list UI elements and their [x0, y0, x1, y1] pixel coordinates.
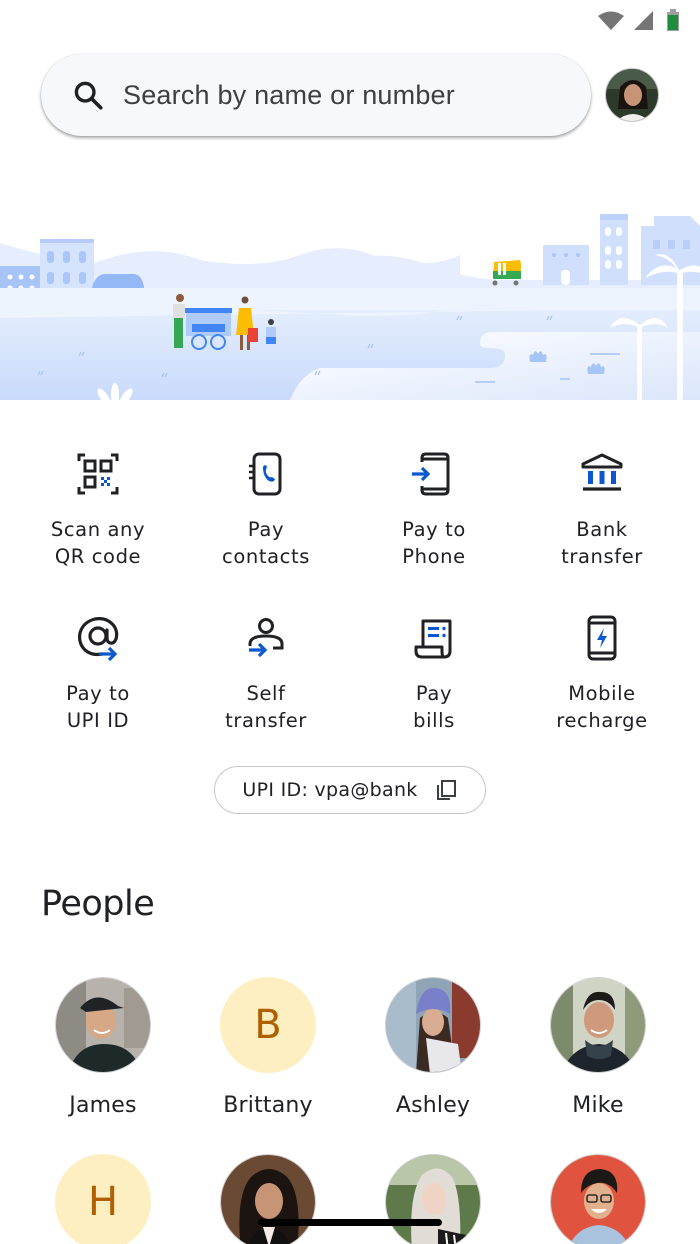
self-transfer-icon — [248, 618, 284, 658]
action-pay-upi-id[interactable]: Pay to UPI ID — [14, 614, 182, 734]
action-label: Scan any QR code — [50, 518, 146, 568]
person-avatar-photo — [220, 1154, 316, 1244]
hero-banner — [0, 200, 700, 400]
person-avatar-photo — [385, 1154, 481, 1244]
action-label: Self transfer — [225, 682, 307, 732]
action-pay-bills[interactable]: Pay bills — [350, 614, 518, 734]
person-avatar-initial: B — [220, 977, 316, 1073]
bill-receipt-icon — [414, 619, 452, 659]
action-label: Pay bills — [413, 682, 455, 732]
person-item[interactable]: James — [23, 977, 183, 1118]
upi-id-chip[interactable]: UPI ID: vpa@bank — [214, 766, 486, 814]
person-item[interactable]: Ashley — [353, 977, 513, 1118]
action-label: Pay contacts — [222, 518, 310, 568]
qr-scan-icon — [77, 453, 119, 495]
person-name: Brittany — [223, 1093, 313, 1118]
action-self-transfer[interactable]: Self transfer — [182, 614, 350, 734]
person-item[interactable] — [353, 1154, 513, 1244]
action-mobile-recharge[interactable]: Mobile recharge — [518, 614, 686, 734]
person-item[interactable] — [518, 1154, 678, 1244]
person-item[interactable]: H — [23, 1154, 183, 1244]
action-scan-qr[interactable]: Scan any QR code — [14, 450, 182, 570]
wifi-icon — [598, 11, 624, 30]
person-item[interactable]: Mike — [518, 977, 678, 1118]
person-avatar-photo — [550, 977, 646, 1073]
search-icon — [74, 81, 103, 110]
person-name: James — [69, 1093, 137, 1118]
action-label: Pay to UPI ID — [66, 682, 130, 732]
action-pay-contacts[interactable]: Pay contacts — [182, 450, 350, 570]
person-name: Mike — [572, 1093, 624, 1118]
mobile-recharge-icon — [587, 615, 617, 661]
action-label: Pay to Phone — [402, 518, 466, 568]
phone-arrow-icon — [412, 452, 450, 496]
cell-signal-icon — [634, 11, 653, 30]
city-street-illustration — [0, 214, 700, 400]
search-bar[interactable]: Search by name or number — [41, 54, 591, 136]
copy-icon[interactable] — [434, 778, 458, 802]
action-pay-phone[interactable]: Pay to Phone — [350, 450, 518, 570]
upi-id-text: UPI ID: vpa@bank — [242, 779, 418, 801]
contacts-book-icon — [249, 452, 282, 496]
person-avatar-photo — [550, 1154, 646, 1244]
person-avatar-photo — [55, 977, 151, 1073]
status-bar — [0, 0, 700, 40]
person-name: Ashley — [395, 1093, 471, 1118]
person-avatar-initial: H — [55, 1154, 151, 1244]
profile-photo — [606, 69, 658, 121]
person-item[interactable]: B Brittany — [188, 977, 348, 1118]
at-arrow-icon — [77, 617, 119, 662]
action-label: Mobile recharge — [556, 682, 648, 732]
people-section-title: People — [41, 884, 155, 924]
home-gesture-bar[interactable] — [258, 1219, 442, 1226]
battery-icon — [667, 9, 679, 31]
action-label: Bank transfer — [561, 518, 643, 568]
action-bank-transfer[interactable]: Bank transfer — [518, 450, 686, 570]
account-avatar[interactable] — [605, 68, 659, 122]
person-item[interactable] — [188, 1154, 348, 1244]
bank-icon — [581, 453, 623, 491]
search-placeholder: Search by name or number — [123, 79, 455, 110]
person-avatar-photo — [385, 977, 481, 1073]
